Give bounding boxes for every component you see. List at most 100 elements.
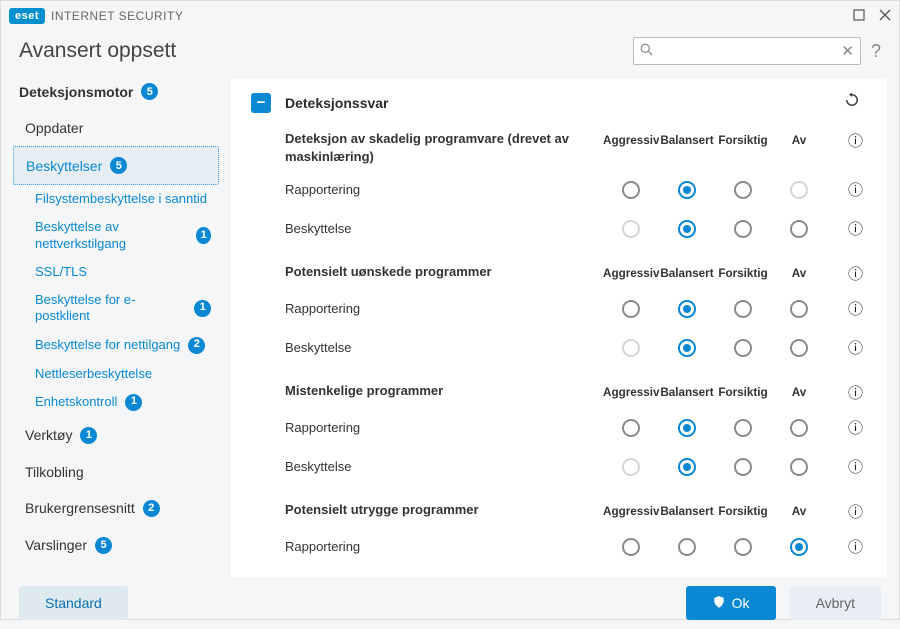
sidebar: Deteksjonsmotor 5 Oppdater Beskyttelser … bbox=[13, 79, 223, 577]
row-name: Rapportering bbox=[285, 301, 603, 316]
setting-row: Beskyttelse ⓘ bbox=[285, 337, 863, 358]
setting-group: Potensielt uønskede programmerAggressivB… bbox=[251, 263, 881, 358]
ok-button[interactable]: Ok bbox=[686, 586, 776, 620]
info-icon[interactable]: ⓘ bbox=[827, 456, 863, 477]
nav-label: Filsystembeskyttelse i sanntid bbox=[35, 191, 207, 206]
nav-sub-web[interactable]: Beskyttelse for nettilgang 2 bbox=[27, 331, 219, 360]
info-icon[interactable]: ⓘ bbox=[827, 382, 863, 403]
nav-label: Oppdater bbox=[25, 120, 83, 136]
app-logo: eset INTERNET SECURITY bbox=[9, 8, 183, 24]
radio-option[interactable] bbox=[678, 538, 696, 556]
row-name: Beskyttelse bbox=[285, 340, 603, 355]
nav-badge: 5 bbox=[141, 83, 158, 100]
close-icon[interactable] bbox=[879, 8, 891, 24]
row-name: Rapportering bbox=[285, 182, 603, 197]
col-aggressive: Aggressiv bbox=[603, 134, 659, 147]
nav-protections[interactable]: Beskyttelser 5 bbox=[13, 146, 219, 185]
col-balanced: Balansert bbox=[659, 134, 715, 147]
nav-tools[interactable]: Verktøy 1 bbox=[13, 417, 219, 454]
nav-connection[interactable]: Tilkobling bbox=[13, 454, 219, 490]
search-icon bbox=[640, 43, 653, 59]
nav-notifications[interactable]: Varslinger 5 bbox=[13, 527, 219, 564]
nav-label: Beskyttelse for nettilgang bbox=[35, 337, 180, 353]
info-icon[interactable]: ⓘ bbox=[827, 218, 863, 239]
info-icon[interactable]: ⓘ bbox=[827, 501, 863, 522]
nav-sub-network[interactable]: Beskyttelse av nettverkstilgang 1 bbox=[27, 213, 219, 258]
collapse-toggle[interactable]: − bbox=[251, 93, 271, 113]
nav-badge: 1 bbox=[80, 427, 97, 444]
content-panel: − Deteksjonssvar Deteksjon av skadelig p… bbox=[231, 79, 887, 577]
setting-group: Potensielt utrygge programmerAggressivBa… bbox=[251, 501, 881, 557]
radio-option[interactable] bbox=[734, 339, 752, 357]
radio-option[interactable] bbox=[678, 339, 696, 357]
radio-option[interactable] bbox=[622, 181, 640, 199]
nav-badge: 1 bbox=[196, 227, 211, 244]
nav-updater[interactable]: Oppdater bbox=[13, 110, 219, 146]
shield-icon bbox=[712, 595, 726, 612]
nav-label: SSL/TLS bbox=[35, 264, 87, 279]
radio-option[interactable] bbox=[678, 300, 696, 318]
titlebar: eset INTERNET SECURITY bbox=[1, 1, 899, 31]
radio-option[interactable] bbox=[734, 419, 752, 437]
col-balanced: Balansert bbox=[659, 267, 715, 280]
nav-sub-ssltls[interactable]: SSL/TLS bbox=[27, 258, 219, 286]
undo-icon[interactable] bbox=[843, 91, 861, 114]
clear-search-icon[interactable]: ✕ bbox=[841, 42, 854, 60]
col-cautious: Forsiktig bbox=[715, 505, 771, 518]
info-icon[interactable]: ⓘ bbox=[827, 130, 863, 151]
info-icon[interactable]: ⓘ bbox=[827, 536, 863, 557]
help-icon[interactable]: ? bbox=[871, 41, 881, 62]
header: Avansert oppsett ✕ ? bbox=[1, 31, 899, 79]
setting-row: Beskyttelseⓘ bbox=[285, 456, 863, 477]
cancel-button[interactable]: Avbryt bbox=[790, 586, 881, 620]
radio-option[interactable] bbox=[734, 220, 752, 238]
info-icon[interactable]: ⓘ bbox=[827, 263, 863, 284]
search-input[interactable] bbox=[633, 37, 861, 65]
radio-option[interactable] bbox=[734, 300, 752, 318]
product-name: INTERNET SECURITY bbox=[51, 9, 183, 23]
radio-option[interactable] bbox=[622, 538, 640, 556]
radio-option[interactable] bbox=[734, 181, 752, 199]
maximize-icon[interactable] bbox=[853, 8, 865, 24]
info-icon[interactable]: ⓘ bbox=[827, 298, 863, 319]
default-button[interactable]: Standard bbox=[19, 586, 128, 620]
nav-sub-email[interactable]: Beskyttelse for e-postklient 1 bbox=[27, 286, 219, 331]
nav-sub-filesystem[interactable]: Filsystembeskyttelse i sanntid bbox=[27, 185, 219, 213]
info-icon[interactable]: ⓘ bbox=[827, 337, 863, 358]
nav-label: Beskyttelse av nettverkstilgang bbox=[35, 219, 188, 252]
radio-option[interactable] bbox=[790, 339, 808, 357]
button-label: Ok bbox=[732, 595, 750, 611]
radio-option[interactable] bbox=[622, 300, 640, 318]
radio-option[interactable] bbox=[734, 538, 752, 556]
col-off: Av bbox=[771, 386, 827, 399]
radio-option[interactable] bbox=[734, 458, 752, 476]
col-balanced: Balansert bbox=[659, 505, 715, 518]
radio-option[interactable] bbox=[790, 538, 808, 556]
radio-option[interactable] bbox=[678, 181, 696, 199]
nav-label: Nettleserbeskyttelse bbox=[35, 366, 152, 381]
radio-option[interactable] bbox=[790, 458, 808, 476]
nav-badge: 5 bbox=[110, 157, 127, 174]
radio-option[interactable] bbox=[790, 300, 808, 318]
nav-label: Varslinger bbox=[25, 537, 87, 553]
nav-badge: 1 bbox=[194, 300, 211, 317]
nav-sub-device[interactable]: Enhetskontroll 1 bbox=[27, 388, 219, 417]
radio-option[interactable] bbox=[622, 419, 640, 437]
nav-badge: 2 bbox=[188, 337, 205, 354]
nav-sub-browser[interactable]: Nettleserbeskyttelse bbox=[27, 360, 219, 388]
radio-option[interactable] bbox=[678, 458, 696, 476]
info-icon[interactable]: ⓘ bbox=[827, 417, 863, 438]
radio-option[interactable] bbox=[790, 419, 808, 437]
info-icon[interactable]: ⓘ bbox=[827, 179, 863, 200]
row-name: Rapportering bbox=[285, 539, 603, 554]
nav-ui[interactable]: Brukergrensesnitt 2 bbox=[13, 490, 219, 527]
radio-option[interactable] bbox=[678, 419, 696, 437]
radio-option[interactable] bbox=[790, 220, 808, 238]
nav-badge: 1 bbox=[125, 394, 142, 411]
group-name: Potensielt utrygge programmer bbox=[285, 501, 603, 519]
radio-option[interactable] bbox=[678, 220, 696, 238]
nav-detection-engine[interactable]: Deteksjonsmotor 5 bbox=[13, 79, 219, 110]
col-aggressive: Aggressiv bbox=[603, 505, 659, 518]
nav-label: Beskyttelse for e-postklient bbox=[35, 292, 186, 325]
group-name: Deteksjon av skadelig programvare (dreve… bbox=[285, 130, 603, 165]
